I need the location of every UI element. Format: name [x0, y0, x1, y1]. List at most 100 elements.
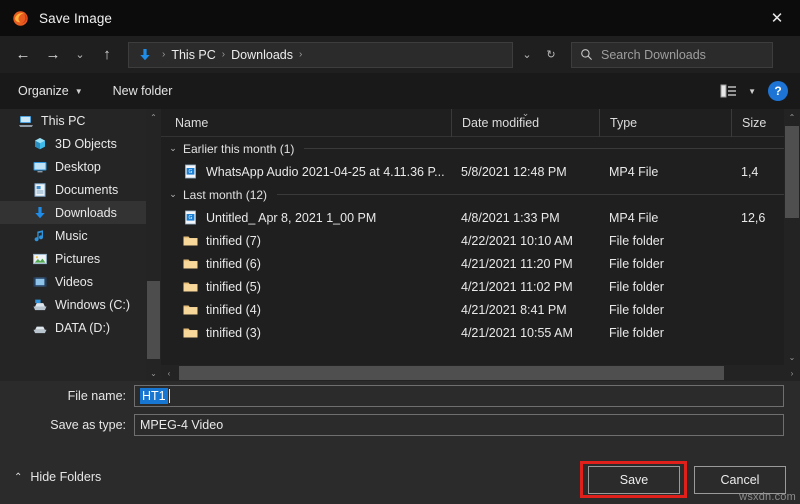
file-name-text: tinified (5) — [206, 280, 261, 294]
title-bar: Save Image ✕ — [0, 0, 800, 36]
breadcrumb-separator: › — [222, 49, 225, 60]
horizontal-scrollbar-thumb[interactable] — [179, 366, 724, 380]
sidebar-item-label: Music — [55, 229, 88, 243]
sidebar-item-desktop[interactable]: Desktop — [0, 155, 146, 178]
organize-button[interactable]: Organize ▼ — [10, 80, 91, 102]
file-rows: ⌄ Earlier this month (1) G What — [161, 137, 800, 365]
sidebar-item-3d-objects[interactable]: 3D Objects — [0, 132, 146, 155]
sidebar-item-music[interactable]: Music — [0, 224, 146, 247]
scroll-left-icon[interactable]: ‹ — [161, 365, 177, 381]
chevron-down-icon[interactable]: ⌄ — [165, 189, 181, 200]
group-header-last-month[interactable]: ⌄ Last month (12) — [161, 183, 800, 206]
file-list-horizontal-scrollbar[interactable]: ‹ › — [161, 365, 800, 381]
file-size-cell: 1,4 — [731, 165, 785, 179]
address-bar-controls: ⌄ ↻ — [515, 42, 563, 68]
search-input[interactable]: Search Downloads — [571, 42, 773, 68]
forward-icon[interactable]: → — [38, 40, 68, 70]
hide-folders-label: Hide Folders — [30, 470, 101, 484]
table-row[interactable]: G Untitled_ Apr 8, 2021 1_00 PM 4/8/2021… — [161, 206, 800, 229]
sidebar-scroll-down-icon[interactable]: ⌄ — [146, 365, 161, 381]
table-row[interactable]: G WhatsApp Audio 2021-04-25 at 4.11.36 P… — [161, 160, 800, 183]
file-name-input[interactable]: HT1 — [134, 385, 784, 407]
save-image-dialog: Save Image ✕ ← → ⌄ ↑ › This PC › Downloa… — [0, 0, 800, 504]
sidebar-item-label: Pictures — [55, 252, 100, 266]
column-header-size[interactable]: Size — [731, 109, 785, 137]
file-name-cell: tinified (7) — [161, 233, 451, 248]
sidebar-item-label: This PC — [41, 114, 85, 128]
cancel-button[interactable]: Cancel — [694, 466, 786, 494]
sidebar-item-documents[interactable]: Documents — [0, 178, 146, 201]
svg-text:G: G — [189, 215, 193, 221]
view-list-icon[interactable] — [720, 83, 738, 99]
horizontal-scrollbar-track[interactable] — [177, 365, 784, 381]
group-label: Last month (12) — [183, 188, 267, 202]
column-header-name[interactable]: Name — [161, 109, 451, 137]
group-label: Earlier this month (1) — [183, 142, 294, 156]
mp4-file-icon: G — [183, 164, 198, 179]
save-button[interactable]: Save — [588, 466, 680, 494]
text-cursor — [169, 389, 170, 403]
address-bar[interactable]: › This PC › Downloads › — [128, 42, 513, 68]
chevron-up-icon: ⌃ — [14, 472, 22, 483]
group-header-earlier-this-month[interactable]: ⌄ Earlier this month (1) — [161, 137, 800, 160]
scroll-up-icon[interactable]: ⌃ — [784, 109, 800, 125]
chevron-down-icon[interactable]: ⌄ — [165, 143, 181, 154]
folder-icon — [183, 256, 198, 271]
file-type-cell: MP4 File — [599, 165, 731, 179]
breadcrumb-item-this-pc[interactable]: This PC — [171, 48, 215, 62]
close-icon[interactable]: ✕ — [754, 0, 800, 36]
sidebar-item-downloads[interactable]: Downloads — [0, 201, 146, 224]
breadcrumb-separator[interactable]: › — [299, 49, 302, 60]
file-type-cell: File folder — [599, 234, 731, 248]
breadcrumb-separator: › — [162, 49, 165, 60]
view-chevron-down-icon[interactable]: ▼ — [748, 87, 756, 96]
recent-locations-icon[interactable]: ⌄ — [68, 40, 92, 70]
scroll-down-icon[interactable]: ⌄ — [784, 349, 800, 365]
save-as-type-row: Save as type: MPEG-4 Video — [0, 414, 784, 436]
sidebar-scrollbar[interactable]: ⌃ ⌄ — [146, 109, 161, 381]
save-as-type-select[interactable]: MPEG-4 Video — [134, 414, 784, 436]
table-row[interactable]: tinified (3) 4/21/2021 10:55 AM File fol… — [161, 321, 800, 344]
column-header-date-modified[interactable]: ⌄ Date modified — [451, 109, 599, 137]
column-headers: Name ⌄ Date modified Type Size — [161, 109, 800, 137]
this-pc-icon — [18, 113, 34, 129]
sidebar-item-this-pc[interactable]: This PC — [0, 109, 146, 132]
table-row[interactable]: tinified (4) 4/21/2021 8:41 PM File fold… — [161, 298, 800, 321]
column-header-type[interactable]: Type — [599, 109, 731, 137]
form-area: File name: HT1 Save as type: MPEG-4 Vide… — [0, 381, 800, 456]
file-name-cell: G Untitled_ Apr 8, 2021 1_00 PM — [161, 210, 451, 225]
file-name-text: WhatsApp Audio 2021-04-25 at 4.11.36 P..… — [206, 165, 445, 179]
file-name-cell: tinified (4) — [161, 302, 451, 317]
navigation-bar: ← → ⌄ ↑ › This PC › Downloads › ⌄ ↻ — [0, 36, 800, 73]
table-row[interactable]: tinified (7) 4/22/2021 10:10 AM File fol… — [161, 229, 800, 252]
file-size-cell: 12,6 — [731, 211, 785, 225]
drive-icon — [32, 297, 48, 313]
breadcrumb-item-downloads[interactable]: Downloads — [231, 48, 293, 62]
sidebar-scroll-up-icon[interactable]: ⌃ — [146, 109, 161, 125]
file-list-vertical-scrollbar[interactable]: ⌃ ⌄ — [784, 109, 800, 365]
scroll-right-icon[interactable]: › — [784, 365, 800, 381]
help-button[interactable]: ? — [768, 81, 788, 101]
mp4-file-icon: G — [183, 210, 198, 225]
sidebar-item-data-d[interactable]: DATA (D:) — [0, 316, 146, 339]
vertical-scrollbar-thumb[interactable] — [785, 126, 799, 218]
up-icon[interactable]: ↑ — [92, 40, 122, 70]
sidebar-item-videos[interactable]: Videos — [0, 270, 146, 293]
back-icon[interactable]: ← — [8, 40, 38, 70]
sidebar-item-label: Videos — [55, 275, 93, 289]
sidebar-item-pictures[interactable]: Pictures — [0, 247, 146, 270]
sidebar-scrollbar-thumb[interactable] — [147, 281, 160, 359]
table-row[interactable]: tinified (5) 4/21/2021 11:02 PM File fol… — [161, 275, 800, 298]
file-name-text: tinified (7) — [206, 234, 261, 248]
refresh-icon[interactable]: ↻ — [539, 40, 563, 70]
file-date-cell: 4/8/2021 1:33 PM — [451, 211, 599, 225]
address-history-caret-icon[interactable]: ⌄ — [515, 40, 539, 70]
downloads-icon — [32, 205, 48, 221]
sidebar-item-label: Downloads — [55, 206, 117, 220]
sidebar-item-label: DATA (D:) — [55, 321, 110, 335]
file-name-text: tinified (4) — [206, 303, 261, 317]
hide-folders-button[interactable]: ⌃ Hide Folders — [14, 470, 101, 484]
sidebar-item-windows-c[interactable]: Windows (C:) — [0, 293, 146, 316]
new-folder-button[interactable]: New folder — [105, 80, 181, 102]
table-row[interactable]: tinified (6) 4/21/2021 11:20 PM File fol… — [161, 252, 800, 275]
